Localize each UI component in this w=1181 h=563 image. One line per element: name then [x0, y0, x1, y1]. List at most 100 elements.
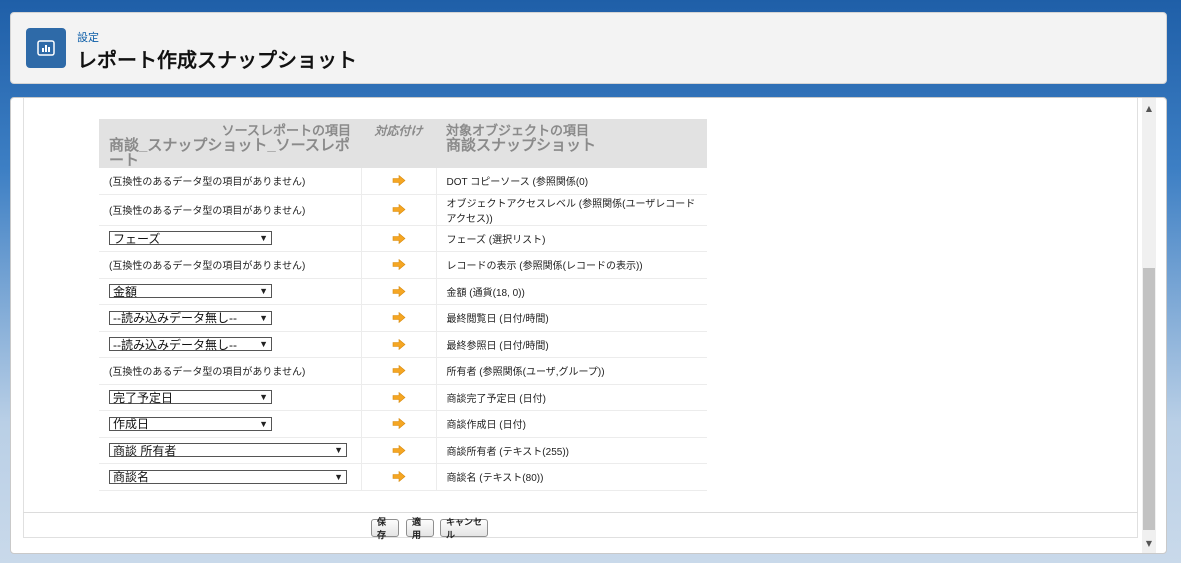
target-field-label: フェーズ (選択リスト) [436, 225, 707, 252]
mapping-column-header: 対応付け [361, 119, 436, 168]
select-value: 作成日 [113, 417, 150, 432]
mapping-arrow-cell [360, 357, 437, 385]
arrow-right-icon [362, 444, 436, 456]
source-cell: 作成日 ▼ [99, 410, 361, 438]
select-value: --読み込みデータ無し-- [113, 311, 237, 326]
scroll-up-icon[interactable]: ▲ [1142, 100, 1156, 116]
arrow-right-icon [362, 175, 436, 187]
source-cell: 商談 所有者 ▼ [99, 437, 361, 464]
scroll-down-icon[interactable]: ▼ [1142, 535, 1156, 551]
mapping-rows: (互換性のあるデータ型の項目がありません) DOT コピーソース (参照関係(0)… [99, 168, 707, 491]
no-compatible-field-text: (互換性のあるデータ型の項目がありません) [109, 177, 306, 189]
source-field-select[interactable]: --読み込みデータ無し-- ▼ [109, 337, 272, 352]
table-row: (互換性のあるデータ型の項目がありません) レコードの表示 (参照関係(レコードの… [99, 251, 707, 279]
source-cell: 商談名 ▼ [99, 463, 361, 491]
arrow-right-icon [362, 312, 436, 324]
source-cell: (互換性のあるデータ型の項目がありません) [99, 251, 361, 279]
mapping-arrow-cell [360, 410, 437, 438]
source-cell: (互換性のあるデータ型の項目がありません) [99, 357, 361, 385]
arrow-right-icon [362, 285, 436, 297]
arrow-right-icon [362, 471, 436, 483]
source-field-select[interactable]: 商談名 ▼ [109, 469, 347, 484]
source-column-header: ソースレポートの項目 商談_スナップショット_ソースレポート [99, 119, 361, 168]
mapping-arrow-cell [360, 251, 437, 279]
select-value: 金額 [113, 284, 138, 299]
target-field-label: オブジェクトアクセスレベル (参照関係(ユーザレコードアクセス)) [436, 194, 707, 226]
table-row: 商談 所有者 ▼ 商談所有者 (テキスト(255)) [99, 437, 707, 464]
page-title: レポート作成スナップショット [77, 50, 357, 72]
table-row: 完了予定日 ▼ 商談完了予定日 (日付) [99, 384, 707, 411]
scroll-thumb[interactable] [1143, 268, 1155, 530]
breadcrumb[interactable]: 設定 [77, 29, 99, 45]
source-cell: --読み込みデータ無し-- ▼ [99, 331, 361, 358]
mapping-arrow-cell [360, 168, 437, 195]
source-cell: 完了予定日 ▼ [99, 384, 361, 411]
table-row: --読み込みデータ無し-- ▼ 最終参照日 (日付/時間) [99, 331, 707, 358]
target-field-label: レコードの表示 (参照関係(レコードの表示)) [436, 251, 707, 279]
mapping-arrow-cell [360, 278, 437, 305]
target-field-label: 最終参照日 (日付/時間) [436, 331, 707, 358]
target-field-label: 最終閲覧日 (日付/時間) [436, 304, 707, 332]
cancel-button[interactable]: キャンセル [440, 517, 488, 540]
chevron-down-icon[interactable]: ▼ [259, 286, 268, 296]
source-field-select[interactable]: 金額 ▼ [109, 284, 272, 299]
source-field-select[interactable]: 完了予定日 ▼ [109, 390, 272, 405]
table-row: フェーズ ▼ フェーズ (選択リスト) [99, 225, 707, 252]
apply-button[interactable]: 適用 [406, 517, 434, 540]
chevron-down-icon[interactable]: ▼ [334, 445, 343, 455]
source-field-select[interactable]: フェーズ ▼ [109, 231, 272, 246]
no-compatible-field-text: (互換性のあるデータ型の項目がありません) [109, 261, 306, 273]
chevron-down-icon[interactable]: ▼ [259, 313, 268, 323]
target-field-label: 所有者 (参照関係(ユーザ,グループ)) [436, 357, 707, 385]
mapping-arrow-cell [360, 331, 437, 358]
source-cell: (互換性のあるデータ型の項目がありません) [99, 194, 361, 226]
source-header-line2: 商談_スナップショット_ソースレポート [109, 137, 350, 169]
target-field-label: DOT コピーソース (参照関係(0) [436, 168, 707, 195]
arrow-right-icon [362, 365, 436, 377]
arrow-right-icon [362, 338, 436, 350]
source-cell: 金額 ▼ [99, 278, 361, 305]
target-field-label: 商談作成日 (日付) [436, 410, 707, 438]
mapping-arrow-cell [360, 225, 437, 252]
mapping-container: ソースレポートの項目 商談_スナップショット_ソースレポート 対応付け 対象オブ… [23, 98, 1138, 538]
table-row: --読み込みデータ無し-- ▼ 最終閲覧日 (日付/時間) [99, 304, 707, 332]
arrow-right-icon [362, 259, 436, 271]
save-button[interactable]: 保存 [371, 517, 399, 540]
table-row: 作成日 ▼ 商談作成日 (日付) [99, 410, 707, 438]
target-field-label: 商談所有者 (テキスト(255)) [436, 437, 707, 464]
arrow-right-icon [362, 391, 436, 403]
target-field-label: 商談完了予定日 (日付) [436, 384, 707, 411]
chevron-down-icon[interactable]: ▼ [259, 392, 268, 402]
field-mapping-table: ソースレポートの項目 商談_スナップショット_ソースレポート 対応付け 対象オブ… [99, 119, 707, 491]
target-column-header: 対象オブジェクトの項目 商談スナップショット [436, 119, 707, 168]
chevron-down-icon[interactable]: ▼ [334, 472, 343, 482]
table-row: 商談名 ▼ 商談名 (テキスト(80)) [99, 463, 707, 491]
source-cell: フェーズ ▼ [99, 225, 361, 252]
select-value: 完了予定日 [113, 390, 174, 405]
arrow-right-icon [362, 204, 436, 215]
mapping-arrow-cell [360, 437, 437, 464]
arrow-right-icon [362, 418, 436, 430]
table-row: 金額 ▼ 金額 (通貨(18, 0)) [99, 278, 707, 305]
report-icon [26, 28, 66, 68]
table-row: (互換性のあるデータ型の項目がありません) オブジェクトアクセスレベル (参照関係… [99, 194, 707, 226]
source-field-select[interactable]: --読み込みデータ無し-- ▼ [109, 310, 272, 326]
mapping-arrow-cell [360, 463, 437, 491]
chevron-down-icon[interactable]: ▼ [259, 233, 268, 243]
no-compatible-field-text: (互換性のあるデータ型の項目がありません) [109, 367, 306, 379]
chevron-down-icon[interactable]: ▼ [259, 419, 268, 429]
table-row: (互換性のあるデータ型の項目がありません) 所有者 (参照関係(ユーザ,グループ)… [99, 357, 707, 385]
source-header-line1: ソースレポートの項目 [221, 123, 351, 138]
source-field-select[interactable]: 商談 所有者 ▼ [109, 443, 347, 458]
mapping-arrow-cell [360, 304, 437, 332]
select-value: --読み込みデータ無し-- [113, 337, 237, 352]
target-field-label: 金額 (通貨(18, 0)) [436, 278, 707, 305]
target-header-line1: 対象オブジェクトの項目 [446, 123, 590, 138]
source-field-select[interactable]: 作成日 ▼ [109, 416, 272, 432]
vertical-scrollbar[interactable]: ▲ ▼ [1142, 98, 1156, 553]
chevron-down-icon[interactable]: ▼ [259, 339, 268, 349]
page-header: 設定 レポート作成スナップショット [10, 12, 1167, 84]
table-row: (互換性のあるデータ型の項目がありません) DOT コピーソース (参照関係(0) [99, 168, 707, 195]
target-header-line2: 商談スナップショット [446, 137, 597, 154]
mapping-arrow-cell [360, 384, 437, 411]
